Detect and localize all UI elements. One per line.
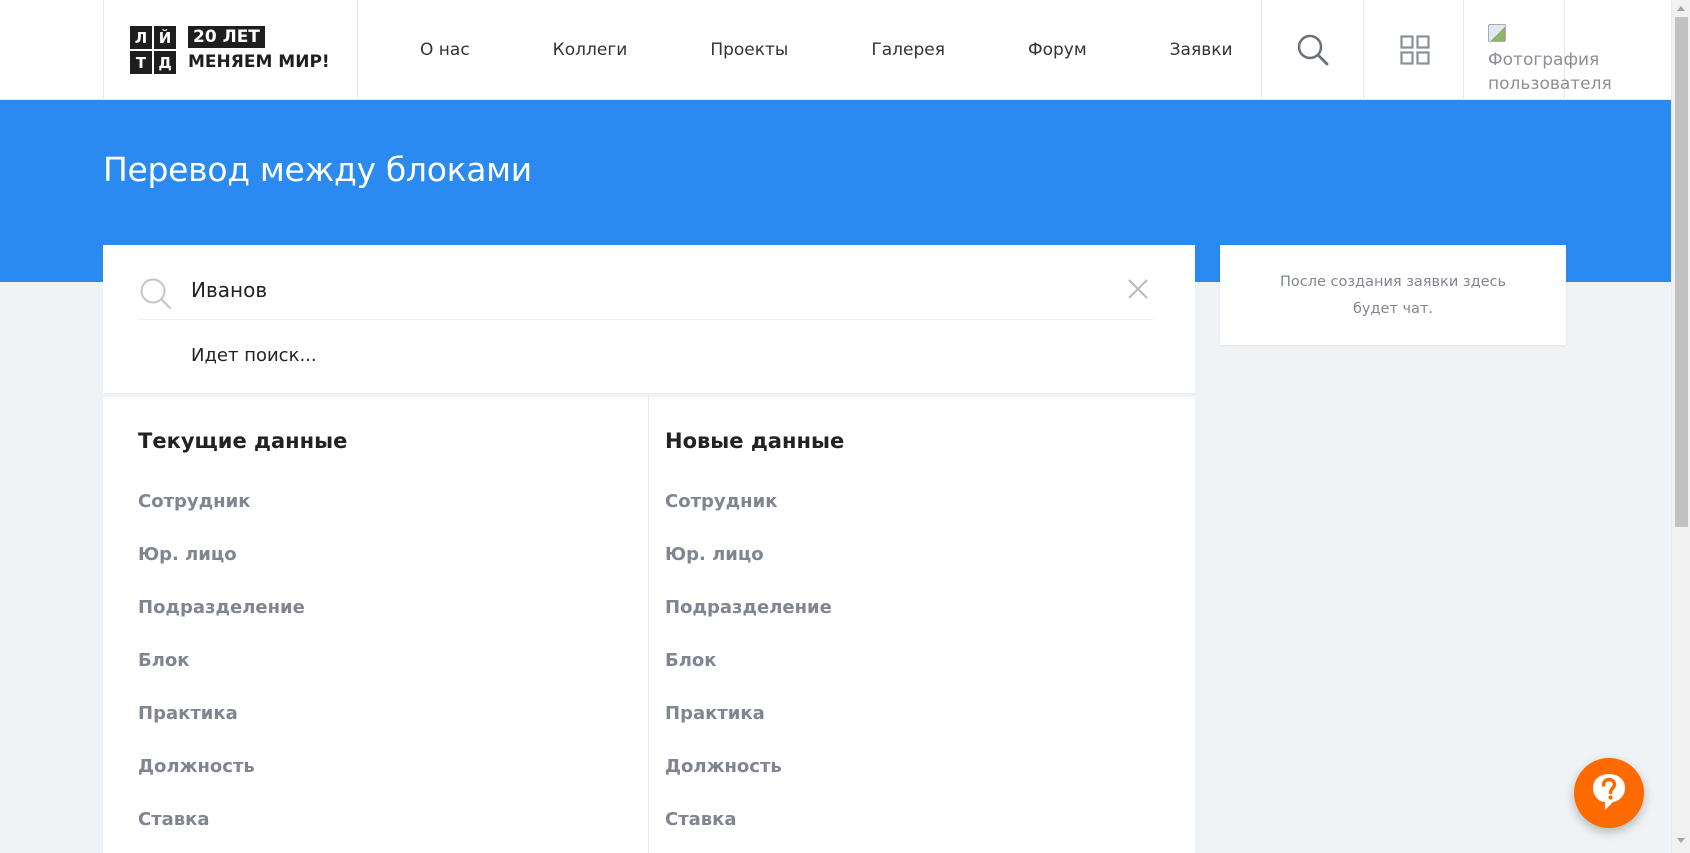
field-label: Сотрудник [138,491,251,512]
apps-grid-icon [1400,35,1430,65]
logo-letter: Т [130,51,152,74]
logo-mark: Л Й Т Д [130,26,176,74]
field-label: Должность [665,756,782,777]
employee-search [139,245,1153,320]
nav-item-forum[interactable]: Форум [1028,40,1087,60]
field-label: Юр. лицо [665,544,764,565]
chat-placeholder-text: После создания заявки здесь будет чат. [1279,274,1507,317]
current-data-title: Текущие данные [138,429,348,453]
scroll-thumb[interactable] [1675,17,1688,527]
scroll-up-arrow[interactable] [1677,6,1685,11]
field-label: Блок [665,650,717,671]
search-status: Идет поиск... [191,345,317,366]
main-nav: О нас Коллеги Проекты Галерея Форум Заяв… [420,0,1233,100]
new-data-title: Новые данные [665,429,845,453]
page-scrollbar[interactable] [1671,0,1690,853]
header-search-button[interactable] [1261,0,1363,100]
logo[interactable]: Л Й Т Д 20 ЛЕТ МЕНЯЕМ МИР! [103,0,358,100]
field-label: Ставка [138,809,210,830]
logo-letter: Л [130,26,152,49]
broken-image-icon [1488,24,1506,42]
logo-tagline: МЕНЯЕМ МИР! [188,52,330,72]
field-label: Сотрудник [665,491,778,512]
page-title: Перевод между блоками [103,150,532,189]
field-label: Практика [665,703,765,724]
logo-letter: Й [154,26,176,49]
nav-item-gallery[interactable]: Галерея [871,40,945,60]
field-label: Подразделение [138,597,305,618]
employee-search-input[interactable] [191,269,1071,311]
nav-item-about[interactable]: О нас [420,40,470,60]
close-icon[interactable] [1127,278,1149,300]
apps-menu-button[interactable] [1363,0,1463,100]
help-question-icon [1593,774,1625,810]
current-data-column: Текущие данные Сотрудник Юр. лицо Подраз… [103,393,649,853]
new-data-column: Новые данные Сотрудник Юр. лицо Подразде… [649,393,1195,853]
nav-item-colleagues[interactable]: Коллеги [553,40,628,60]
new-data-fields: Сотрудник Юр. лицо Подразделение Блок Пр… [665,491,832,853]
field-label: Должность [138,756,255,777]
field-label: Ставка [665,809,737,830]
user-photo-alt: Фотография пользователя [1488,24,1612,96]
scroll-down-arrow[interactable] [1677,838,1685,843]
user-avatar[interactable]: Фотография пользователя [1463,0,1612,100]
transfer-form-card: Идет поиск... Текущие данные Сотрудник Ю… [103,245,1195,853]
nav-item-requests[interactable]: Заявки [1170,40,1233,60]
search-icon [1297,34,1329,66]
logo-letter: Д [154,51,176,74]
nav-item-projects[interactable]: Проекты [710,40,788,60]
current-data-fields: Сотрудник Юр. лицо Подразделение Блок Пр… [138,491,305,853]
field-label: Блок [138,650,190,671]
chat-panel: После создания заявки здесь будет чат. [1220,245,1566,345]
field-label: Практика [138,703,238,724]
logo-badge: 20 ЛЕТ [188,26,265,48]
search-icon [140,278,172,310]
help-button[interactable] [1574,758,1644,828]
top-header: Л Й Т Д 20 ЛЕТ МЕНЯЕМ МИР! О нас Коллеги… [0,0,1671,100]
field-label: Подразделение [665,597,832,618]
field-label: Юр. лицо [138,544,237,565]
